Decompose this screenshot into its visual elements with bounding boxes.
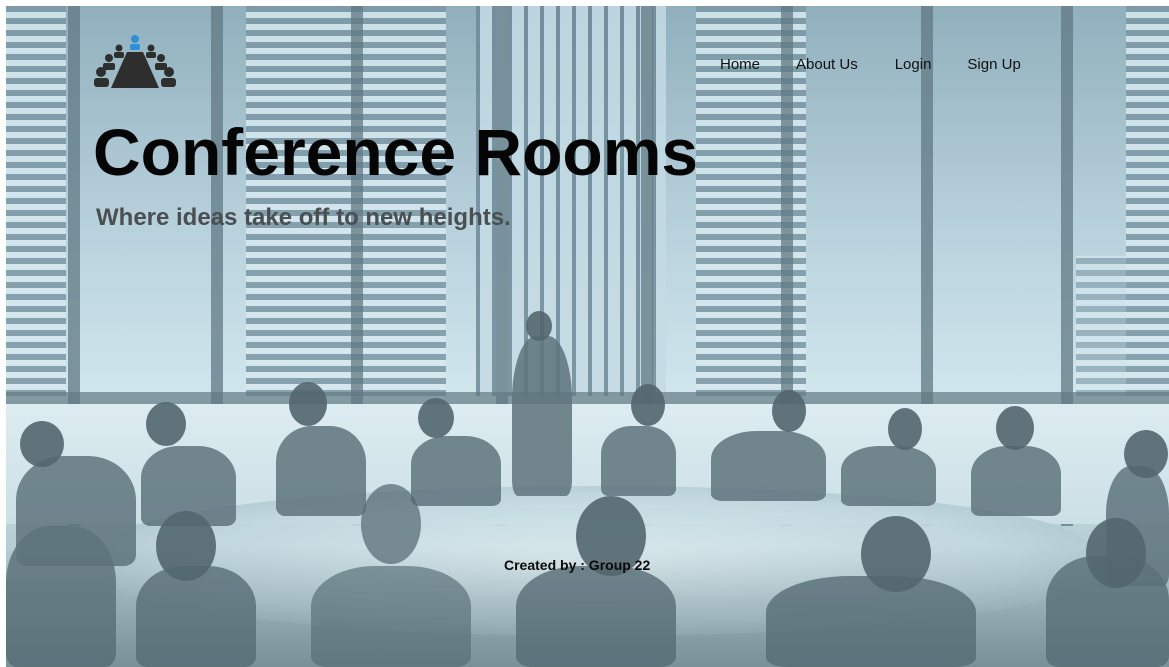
conference-table-icon[interactable] (93, 34, 177, 90)
credit-text: Created by : Group 22 (504, 557, 651, 573)
nav-link-home[interactable]: Home (720, 56, 760, 73)
page-subtitle: Where ideas take off to new heights. (96, 204, 511, 231)
nav-link-login[interactable]: Login (895, 56, 932, 73)
nav-link-about-us[interactable]: About Us (796, 56, 858, 73)
nav-link-sign-up[interactable]: Sign Up (967, 56, 1020, 73)
page-title: Conference Rooms (93, 115, 699, 189)
main-nav: Home About Us Login Sign Up (720, 56, 1021, 73)
